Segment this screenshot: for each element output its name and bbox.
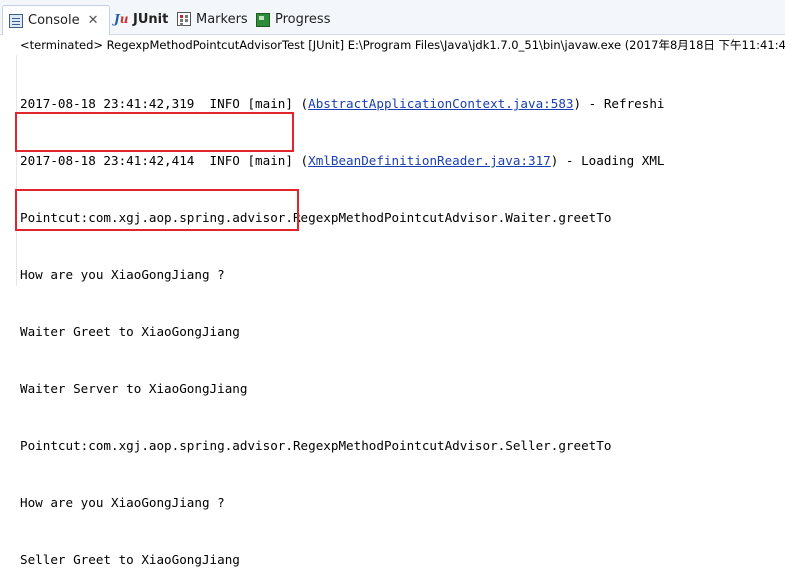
markers-icon — [177, 12, 191, 26]
tab-markers-label: Markers — [196, 11, 248, 27]
source-link[interactable]: XmlBeanDefinitionReader.java:317 — [308, 153, 551, 168]
tab-progress[interactable]: Progress — [256, 4, 330, 34]
source-link[interactable]: AbstractApplicationContext.java:583 — [308, 96, 573, 111]
console-line: 2017-08-18 23:41:42,414 INFO [main] (Xml… — [20, 151, 785, 170]
tab-markers[interactable]: Markers — [177, 4, 248, 34]
log-prefix: 2017-08-18 23:41:42,319 INFO [main] ( — [20, 96, 309, 111]
console-line: Waiter Server to XiaoGongJiang — [20, 381, 248, 396]
console-line: Pointcut:com.xgj.aop.spring.advisor.Rege… — [20, 438, 612, 453]
tab-console[interactable]: Console ✕ — [2, 5, 110, 35]
junit-icon: Ju — [114, 12, 129, 26]
console-icon — [9, 13, 23, 28]
process-status-text: <terminated> RegexpMethodPointcutAdvisor… — [20, 38, 785, 52]
progress-icon — [256, 13, 270, 27]
highlight-box — [15, 189, 299, 231]
console-line: Waiter Greet to XiaoGongJiang — [20, 324, 240, 339]
console-line: How are you XiaoGongJiang ? — [20, 267, 225, 282]
console-line: How are you XiaoGongJiang ? — [20, 495, 225, 510]
tab-console-label: Console — [28, 13, 80, 28]
log-suffix: ) - Loading XML — [550, 153, 665, 168]
console-line: 2017-08-18 23:41:42,319 INFO [main] (Abs… — [20, 94, 785, 113]
tab-junit-label: JUnit — [133, 11, 169, 27]
close-icon[interactable]: ✕ — [88, 13, 99, 28]
console-gutter — [0, 55, 17, 286]
log-suffix: ) - Refreshi — [573, 96, 665, 111]
tab-junit[interactable]: Ju JUnit — [114, 4, 168, 34]
tab-progress-label: Progress — [275, 11, 331, 27]
highlight-box — [15, 112, 294, 152]
view-tab-bar: Console ✕ Ju JUnit Markers Progress — [0, 0, 785, 35]
log-prefix: 2017-08-18 23:41:42,414 INFO [main] ( — [20, 153, 309, 168]
console-line: Seller Greet to XiaoGongJiang — [20, 552, 240, 567]
